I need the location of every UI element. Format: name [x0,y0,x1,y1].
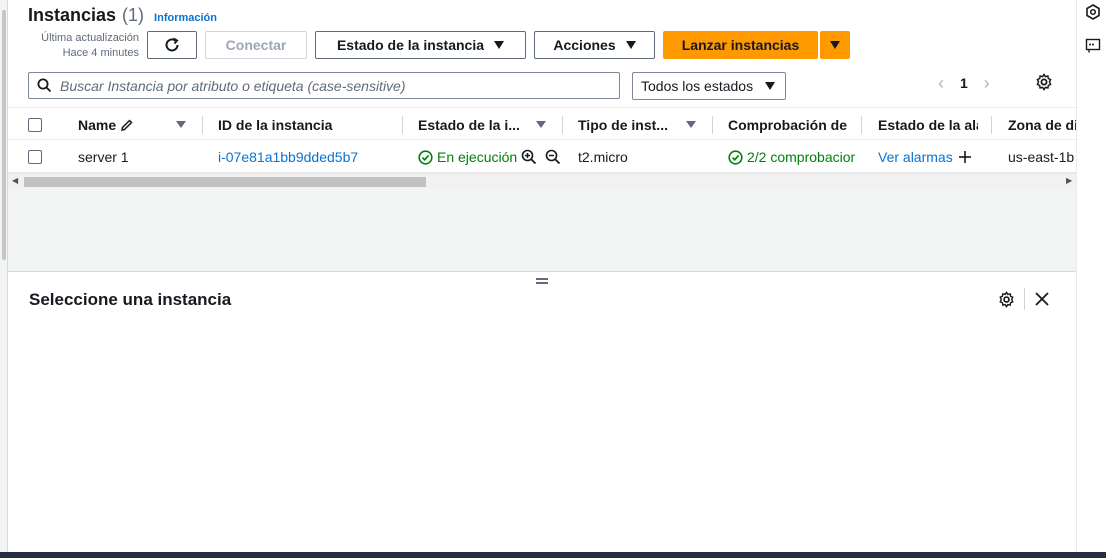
column-instance-id-label: ID de la instancia [218,116,333,133]
actions-label: Acciones [553,37,616,53]
caret-down-icon [176,121,186,128]
instance-state-button[interactable]: Estado de la instancia [315,31,526,59]
column-type-label: Tipo de inst... [578,116,668,133]
column-alarm-label: Estado de la ala [878,116,978,133]
column-divider[interactable] [861,116,862,134]
caret-down-icon [536,121,546,128]
column-divider[interactable] [202,116,203,134]
gear-icon [1036,73,1052,91]
gear-icon [999,291,1014,308]
pagination: ‹ 1 › [938,72,990,94]
instance-state-label: Estado de la instancia [336,37,485,53]
instance-count: (1) [122,5,145,25]
column-header-name[interactable]: Name [78,108,138,141]
scroll-left-arrow-icon[interactable]: ◀ [12,176,18,185]
column-divider[interactable] [402,116,403,134]
column-divider[interactable] [991,116,992,134]
sort-name-icon[interactable] [176,108,186,141]
page-header: Instancias (1) Información [28,5,217,26]
caret-down-icon [625,41,636,49]
last-update-value: Hace 4 minutes [62,47,139,59]
zoom-out-icon[interactable] [545,141,561,173]
zoom-in-icon[interactable] [521,141,537,173]
detail-panel-title: Seleccione una instancia [29,290,232,309]
caret-down-icon [494,41,505,49]
launch-dropdown-button[interactable] [820,31,850,59]
cell-type: t2.micro [578,149,628,165]
page-title: Instancias [28,5,117,25]
cell-zone: us-east-1b [1008,149,1075,165]
column-header-alarm-status[interactable]: Estado de la ala [878,108,978,141]
edit-pencil-icon [121,118,133,131]
checkbox-icon [28,117,42,132]
detail-divider [1024,288,1025,310]
refresh-icon [165,37,179,52]
column-header-instance-id[interactable]: ID de la instancia [218,108,398,141]
view-alarms-link[interactable]: Ver alarmas [878,141,953,173]
check-circle-icon [418,149,433,165]
table-row[interactable]: server 1 i-07e81a1bb9dded5b7 En ejecució… [8,141,1076,173]
column-check-label: Comprobación de [728,116,848,133]
current-page[interactable]: 1 [960,75,968,91]
table-empty-area [8,188,1076,272]
column-zone-label: Zona de di [1008,116,1076,133]
last-update-label: Última actualización [41,32,139,44]
feedback-icon[interactable] [1085,38,1101,54]
chevron-left-icon[interactable]: ‹ [938,73,944,94]
state-filter-value: Todos los estados [641,78,754,94]
caret-down-icon [830,41,840,49]
horizontal-scrollbar-thumb[interactable] [24,177,426,187]
column-divider[interactable] [712,116,713,134]
column-header-zone[interactable]: Zona de di [1008,108,1076,141]
cell-status-check: 2/2 comprobacior [728,141,861,173]
cell-state: En ejecución [418,141,517,173]
column-name-label: Name [78,116,117,133]
cell-name: server 1 [78,149,129,165]
column-header-status-check[interactable]: Comprobación de [728,108,856,141]
state-label: En ejecución [437,149,518,165]
column-divider[interactable] [562,116,563,134]
checkbox-icon [28,150,42,164]
bottom-bar [0,552,1106,558]
connect-label: Conectar [225,37,287,53]
close-icon [1035,292,1049,306]
check-circle-icon [728,149,743,165]
horizontal-scrollbar[interactable]: ◀ ▶ [8,173,1076,188]
column-state-label: Estado de la i... [418,116,520,133]
sort-type-icon[interactable] [686,108,696,141]
sort-state-icon[interactable] [536,108,546,141]
search-icon [37,78,52,93]
info-link[interactable]: Información [154,12,217,24]
detail-settings-button[interactable] [998,291,1015,313]
left-scrollbar[interactable] [0,0,8,552]
resize-handle-icon[interactable] [536,278,548,286]
column-header-state[interactable]: Estado de la i... [418,108,524,141]
select-all-checkbox[interactable] [28,108,42,141]
detail-close-button[interactable] [1034,291,1050,312]
state-filter-select[interactable]: Todos los estados [632,72,786,100]
row-checkbox[interactable] [28,141,42,173]
table-settings-button[interactable] [1035,73,1053,96]
instances-panel: Instancias (1) Información Última actual… [8,0,1076,552]
left-scrollbar-thumb[interactable] [2,10,6,260]
status-check-label: 2/2 comprobacior [747,149,856,165]
search-field[interactable] [28,72,620,99]
connect-button[interactable]: Conectar [205,31,307,59]
chevron-right-icon[interactable]: › [984,73,990,94]
last-update: Última actualización Hace 4 minutes [28,31,139,61]
caret-down-icon [765,82,775,90]
refresh-button[interactable] [147,31,197,59]
caret-down-icon [686,121,696,128]
column-header-type[interactable]: Tipo de inst... [578,108,680,141]
launch-instances-button[interactable]: Lanzar instancias [663,31,818,59]
cell-instance-id-link[interactable]: i-07e81a1bb9dded5b7 [218,141,358,173]
actions-button[interactable]: Acciones [534,31,655,59]
scroll-right-arrow-icon[interactable]: ▶ [1066,176,1072,185]
add-alarm-icon[interactable] [958,141,972,173]
right-tool-rail [1076,0,1106,552]
hexagon-icon[interactable] [1085,4,1101,20]
table-header: Name ID de la instancia Estado de la i..… [8,107,1076,140]
launch-label: Lanzar instancias [681,37,800,53]
search-input[interactable] [60,77,600,94]
